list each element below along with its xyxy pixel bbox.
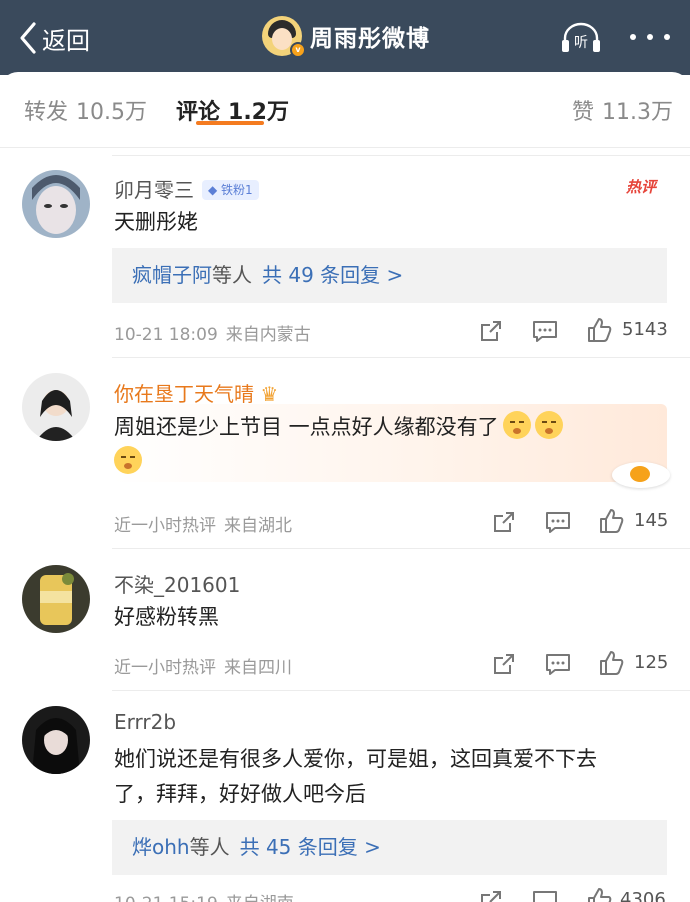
comment-username[interactable]: Errr2b: [114, 710, 176, 734]
active-tab-indicator: [196, 121, 264, 125]
comment-meta: 10-21 15:19来自湖南: [114, 889, 294, 902]
divider: [112, 357, 690, 358]
back-button[interactable]: 返回: [18, 18, 90, 58]
comment-text: 她们说还是有很多人爱你，可是姐，这回真爱不下去: [114, 747, 597, 771]
avatar[interactable]: [22, 565, 90, 633]
share-icon[interactable]: [492, 510, 516, 534]
share-icon[interactable]: [492, 652, 516, 676]
like-count: 4306: [620, 889, 666, 902]
like-icon[interactable]: [587, 317, 613, 343]
comment-icon[interactable]: [532, 889, 558, 902]
fan-badge: ◆ 铁粉1: [202, 180, 259, 200]
divider: [112, 155, 690, 156]
shush-emoji-icon: [534, 411, 563, 439]
tab-likes[interactable]: 赞 11.3万: [572, 94, 673, 126]
comment-meta: 10-21 18:09 来自内蒙古: [114, 325, 311, 345]
listen-label: 听: [574, 35, 588, 51]
shush-emoji-icon: [114, 446, 142, 474]
comment-text: 天删彤姥: [114, 210, 198, 234]
comment-text: 周姐还是少上节目 一点点好人缘都没有了: [114, 409, 563, 445]
account-avatar: v: [262, 16, 306, 58]
comment-icon[interactable]: [545, 510, 571, 534]
crown-icon: ♛: [260, 382, 279, 406]
more-options-button[interactable]: [630, 24, 670, 50]
comment-meta: 近一小时热评 来自四川: [114, 658, 292, 678]
listen-button[interactable]: 听: [560, 20, 602, 54]
like-icon[interactable]: [599, 650, 625, 676]
avatar[interactable]: [22, 706, 90, 774]
comment-username[interactable]: 不染_201601: [114, 569, 240, 598]
comment-username[interactable]: 你在垦丁天气晴 ♛: [114, 378, 278, 407]
like-count: 125: [634, 652, 669, 673]
headphones-icon: 听: [562, 22, 600, 52]
comment-username[interactable]: 卯月零三 ◆ 铁粉1: [114, 174, 259, 203]
hot-comment-badge: 热评: [626, 178, 657, 196]
avatar[interactable]: [22, 170, 90, 238]
comment-text-line2: [114, 444, 142, 480]
share-icon[interactable]: [479, 319, 503, 343]
divider: [112, 548, 690, 549]
comment-icon[interactable]: [545, 652, 571, 676]
page-title: 周雨彤微博: [310, 26, 430, 52]
verified-icon: v: [290, 42, 306, 58]
account-title[interactable]: v 周雨彤微博: [262, 16, 430, 58]
tab-bar: 转发 10.5万 评论 1.2万 赞 11.3万: [0, 72, 690, 147]
divider: [0, 147, 690, 148]
comment-meta: 近一小时热评 来自湖北: [114, 516, 292, 536]
shush-emoji-icon: [502, 411, 531, 439]
divider: [112, 690, 690, 691]
replies-link[interactable]: 烨ohh等人共 45 条回复 >: [112, 820, 667, 875]
top-nav-bar: 返回 v 周雨彤微博 听: [0, 0, 690, 75]
more-dot-icon: [630, 34, 636, 40]
like-count: 5143: [622, 319, 668, 340]
fried-egg-icon: [612, 462, 670, 488]
comment-text: 好感粉转黑: [114, 605, 219, 629]
like-count: 145: [634, 510, 669, 531]
like-icon[interactable]: [599, 508, 625, 534]
replies-link[interactable]: 疯帽子阿等人共 49 条回复 >: [112, 248, 667, 303]
chevron-left-icon: [20, 22, 36, 54]
comment-text-line2: 了，拜拜，好好做人吧今后: [114, 782, 366, 806]
like-icon[interactable]: [587, 887, 613, 902]
share-icon[interactable]: [479, 889, 503, 902]
comment-icon[interactable]: [532, 319, 558, 343]
avatar[interactable]: [22, 373, 90, 441]
tab-repost[interactable]: 转发 10.5万: [24, 94, 147, 126]
back-label: 返回: [42, 26, 90, 55]
